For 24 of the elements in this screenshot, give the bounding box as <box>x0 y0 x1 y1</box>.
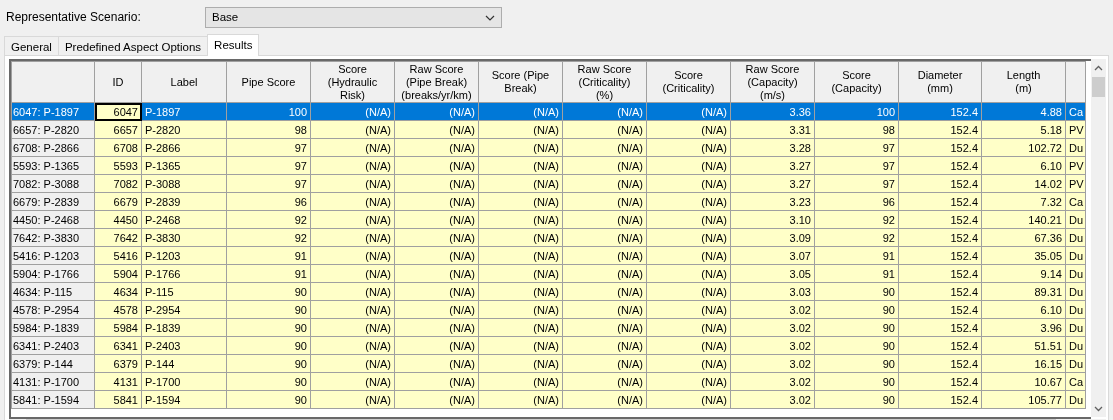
scrollbar-thumb[interactable] <box>1092 77 1105 97</box>
vertical-scrollbar[interactable] <box>1091 59 1106 417</box>
column-header[interactable]: Score (Pipe Break) <box>478 61 563 103</box>
scroll-up-icon[interactable] <box>1094 64 1103 71</box>
column-header[interactable]: Raw Score (Criticality) (%) <box>562 61 647 103</box>
tab[interactable]: General <box>4 36 59 55</box>
scenario-dropdown[interactable]: Base <box>205 7 502 28</box>
column-header[interactable]: Raw Score (Pipe Break) (breaks/yr/km) <box>394 61 479 103</box>
scroll-down-icon[interactable] <box>1094 405 1103 412</box>
column-header[interactable]: Score (Capacity) <box>814 61 899 103</box>
column-header[interactable]: Pipe Score <box>226 61 311 103</box>
column-header[interactable]: Score (Criticality) <box>646 61 731 103</box>
column-header[interactable]: Length (m) <box>981 61 1066 103</box>
column-header[interactable]: ID <box>94 61 142 103</box>
chevron-down-icon <box>485 14 495 21</box>
column-header[interactable]: Label <box>141 61 227 103</box>
column-header[interactable]: Raw Score (Capacity) (m/s) <box>730 61 815 103</box>
tab[interactable]: Results <box>207 34 260 56</box>
dropdown-value: Base <box>212 10 239 25</box>
tab[interactable]: Predefined Aspect Options <box>57 36 209 55</box>
field-label: Representative Scenario: <box>6 9 142 26</box>
column-header[interactable] <box>1065 61 1086 103</box>
column-header[interactable]: Diameter (mm) <box>898 61 982 103</box>
column-header[interactable]: Score (Hydraulic Risk) <box>310 61 395 103</box>
